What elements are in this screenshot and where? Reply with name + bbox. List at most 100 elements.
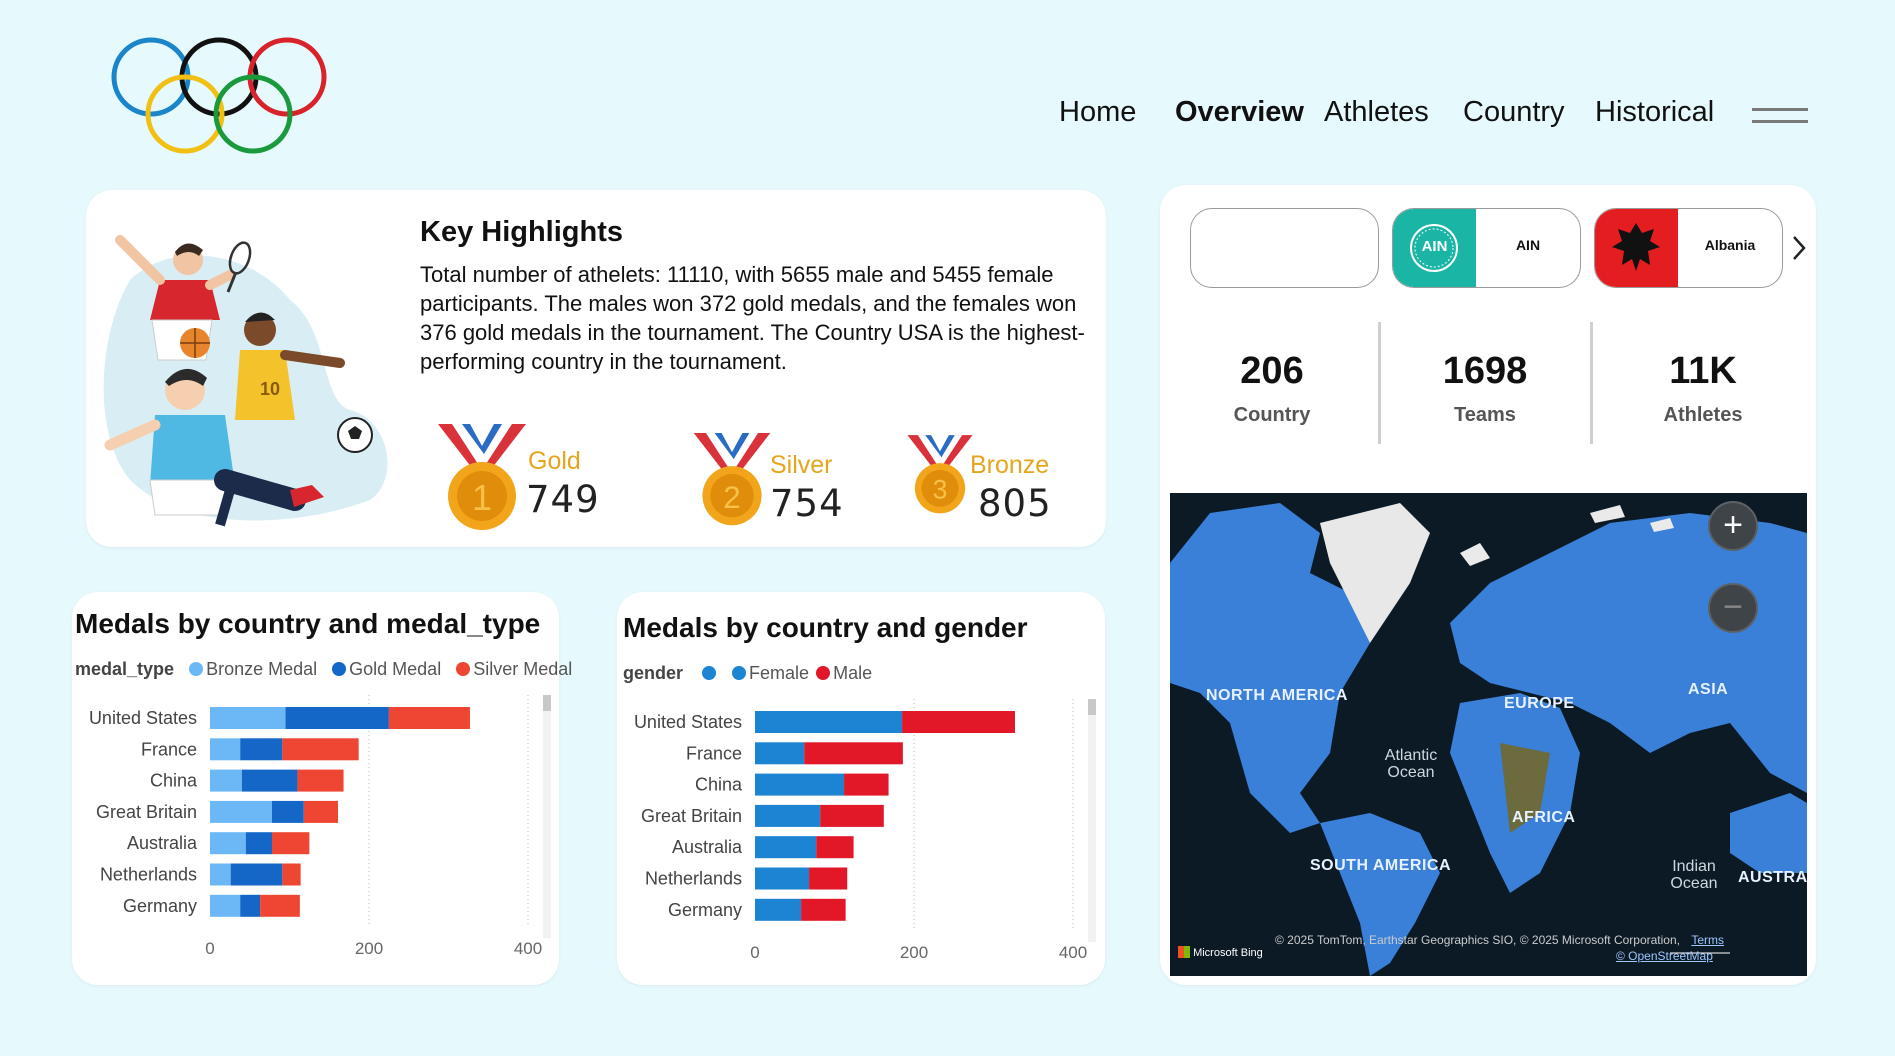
filter-card-blank[interactable] <box>1190 208 1379 288</box>
chart2-bar-male[interactable] <box>820 804 884 827</box>
chart2-category-label: Great Britain <box>641 806 742 826</box>
kpi-divider <box>1590 322 1593 444</box>
chart1-bar-silver-medal[interactable] <box>272 832 310 855</box>
male-legend-dot <box>816 666 831 680</box>
chart2-bar-male[interactable] <box>809 867 848 890</box>
chart1-bar-silver-medal[interactable] <box>303 800 338 823</box>
zoom-out-button[interactable]: − <box>1708 583 1758 633</box>
gold-medal-icon: 1 <box>438 424 526 530</box>
chart1-bar-bronze-medal[interactable] <box>210 738 241 761</box>
chart1-category-label: Great Britain <box>96 802 197 822</box>
chart1-bar-bronze-medal[interactable] <box>210 832 246 855</box>
chart1-legend: medal_type Bronze Medal Gold Medal Silve… <box>75 659 572 680</box>
chart1-bar-bronze-medal[interactable] <box>210 707 286 729</box>
label-asia: ASIA <box>1688 681 1729 698</box>
chart1-scrollbar-thumb[interactable] <box>543 695 551 711</box>
nav-country[interactable]: Country <box>1463 96 1565 129</box>
kpi-divider <box>1378 322 1381 444</box>
chart1-plot: 0 200 400 United States France China Great Bri… <box>89 695 551 958</box>
map-attribution: © 2025 TomTom, Earthstar Geographics SIO… <box>1275 933 1724 947</box>
chart1-scrollbar-track[interactable] <box>543 695 551 939</box>
chart1-bar-gold-medal[interactable] <box>245 832 273 855</box>
legend-bronze[interactable]: Bronze Medal <box>206 659 317 679</box>
filter-card-ain[interactable]: AIN AIN <box>1392 208 1581 288</box>
bronze-medal-icon: 3 <box>907 435 973 514</box>
chart1-bar-silver-medal[interactable] <box>260 894 300 917</box>
kpi-teams-value: 1698 <box>1442 350 1528 392</box>
bronze-legend-dot <box>189 662 204 676</box>
legend-female[interactable]: Female <box>749 663 809 683</box>
chart2-category-label: United States <box>634 712 742 732</box>
label-south-america: SOUTH AMERICA <box>1310 857 1452 874</box>
chart2-bar-male[interactable] <box>844 773 889 796</box>
osm-link[interactable]: © OpenStreetMap <box>1616 949 1713 963</box>
highlights-text: Total number of athelets: 11110, with 56… <box>420 262 1085 374</box>
attribution-text: © 2025 TomTom, Earthstar Geographics SIO… <box>1275 933 1680 947</box>
chart2-scrollbar-thumb[interactable] <box>1088 699 1096 715</box>
gold-label: Gold <box>528 447 581 475</box>
kpi-country-value: 206 <box>1240 350 1304 392</box>
ocean-word: Ocean <box>1670 875 1718 892</box>
chart1-bar-gold-medal[interactable] <box>285 707 389 729</box>
chart1-bar-silver-medal[interactable] <box>388 707 470 729</box>
nav-athletes[interactable]: Athletes <box>1324 96 1429 129</box>
svg-text:1: 1 <box>472 477 492 518</box>
world-map[interactable]: NORTH AMERICA EUROPE ASIA AFRICA SOUTH A… <box>1170 493 1807 976</box>
filter-card-albania[interactable]: Albania <box>1594 208 1783 288</box>
chart2-x-tick-label: 0 <box>750 943 759 962</box>
chart2-bar-male[interactable] <box>902 711 1015 733</box>
chart2-bar-female[interactable] <box>755 898 802 921</box>
zoom-in-button[interactable]: + <box>1708 501 1758 551</box>
chart2-bar-female[interactable] <box>755 773 845 796</box>
chart2-bar-male[interactable] <box>816 836 854 859</box>
menu-icon[interactable] <box>1752 108 1808 126</box>
legend-silver[interactable]: Silver Medal <box>473 659 572 679</box>
chart2-bar-male[interactable] <box>804 742 903 765</box>
chart1-bar-bronze-medal[interactable] <box>210 769 242 792</box>
chart1-legend-title: medal_type <box>75 659 175 679</box>
chart1-bar-bronze-medal[interactable] <box>210 894 241 917</box>
microsoft-logo-icon <box>1178 946 1190 958</box>
label-africa: AFRICA <box>1512 809 1576 826</box>
chart2-bar-male[interactable] <box>801 898 846 921</box>
highlights-title: Key Highlights <box>420 216 624 248</box>
label-north-america: NORTH AMERICA <box>1206 687 1348 704</box>
chart1-bar-bronze-medal[interactable] <box>210 863 231 886</box>
chart1-bar-bronze-medal[interactable] <box>210 800 273 823</box>
chart1-bar-gold-medal[interactable] <box>272 800 304 823</box>
svg-text:2: 2 <box>723 480 740 515</box>
chart2-bar-female[interactable] <box>755 742 805 765</box>
chart1-bar-gold-medal[interactable] <box>240 738 283 761</box>
ocean-word: Ocean <box>1387 764 1435 781</box>
silver-medal-icon: 2 <box>693 433 771 526</box>
legend-male[interactable]: Male <box>833 663 872 683</box>
chart2-bar-female[interactable] <box>755 836 817 859</box>
chart2-scrollbar-track[interactable] <box>1088 699 1096 943</box>
terms-link[interactable]: Terms <box>1691 933 1724 947</box>
chart2-bar-female[interactable] <box>755 711 903 733</box>
legend-gold[interactable]: Gold Medal <box>349 659 441 679</box>
olympic-rings-logo <box>111 37 327 154</box>
chart1-bar-gold-medal[interactable] <box>241 769 298 792</box>
chart1-bar-silver-medal[interactable] <box>297 769 344 792</box>
nav-home[interactable]: Home <box>1059 96 1136 129</box>
chart1-bar-silver-medal[interactable] <box>282 738 359 761</box>
double-eagle-icon <box>1612 223 1660 271</box>
chart2-title: Medals by country and gender <box>623 612 1028 643</box>
chart1-category-label: China <box>150 771 198 791</box>
nav-overview[interactable]: Overview <box>1175 96 1304 129</box>
sports-illustration: 10 <box>103 235 388 527</box>
chart1-category-label: United States <box>89 708 197 728</box>
chart1-bar-gold-medal[interactable] <box>240 894 261 917</box>
chart1-bar-gold-medal[interactable] <box>230 863 283 886</box>
silver-legend-dot <box>456 662 471 676</box>
chart1-bar-silver-medal[interactable] <box>282 863 301 886</box>
chart2-category-label: Netherlands <box>645 869 742 889</box>
chart1-category-label: Netherlands <box>100 865 197 885</box>
nav-historical[interactable]: Historical <box>1595 96 1714 129</box>
chevron-right-icon[interactable] <box>1789 234 1809 262</box>
chart2-x-tick-label: 400 <box>1059 943 1087 962</box>
chart2-bar-female[interactable] <box>755 804 821 827</box>
label-atlantic-ocean: Atlantic Ocean <box>1366 747 1456 781</box>
chart2-bar-female[interactable] <box>755 867 810 890</box>
